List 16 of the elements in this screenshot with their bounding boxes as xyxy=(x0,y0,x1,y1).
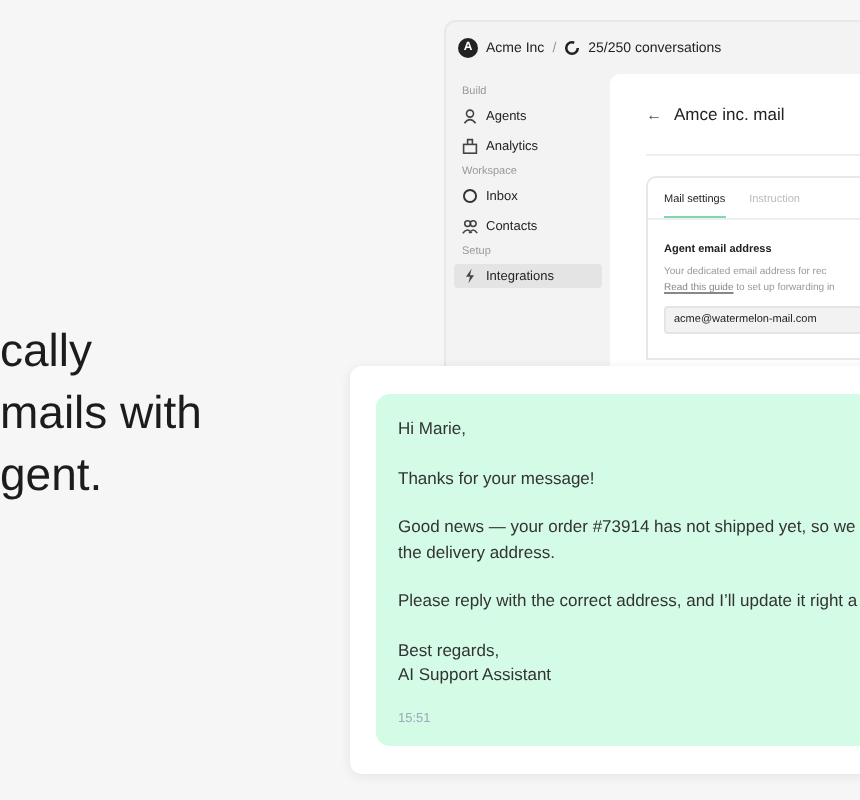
headline-text: mails with xyxy=(0,384,202,442)
progress-ring-icon xyxy=(564,40,581,56)
message-paragraph: Please reply with the correct address, and I’ll update it right a xyxy=(398,588,858,613)
bolt-icon xyxy=(462,268,478,284)
circle-icon xyxy=(462,188,478,204)
building-icon xyxy=(462,138,478,154)
page-title: Amce inc. mail xyxy=(674,104,785,124)
message-paragraph: Best regards, AI Support Assistant xyxy=(398,637,552,687)
message-paragraph: Hi Marie, xyxy=(398,416,467,441)
headline-text: cally xyxy=(0,322,93,380)
headline-text: gent. xyxy=(0,446,103,504)
person-icon xyxy=(462,108,478,124)
message-paragraph: Thanks for your message! xyxy=(398,465,595,490)
people-icon xyxy=(462,218,478,234)
message-paragraph: Good news — your order #73914 has not shipped yet, so we the delivery address. xyxy=(398,514,856,564)
back-arrow[interactable]: ← xyxy=(646,105,662,123)
